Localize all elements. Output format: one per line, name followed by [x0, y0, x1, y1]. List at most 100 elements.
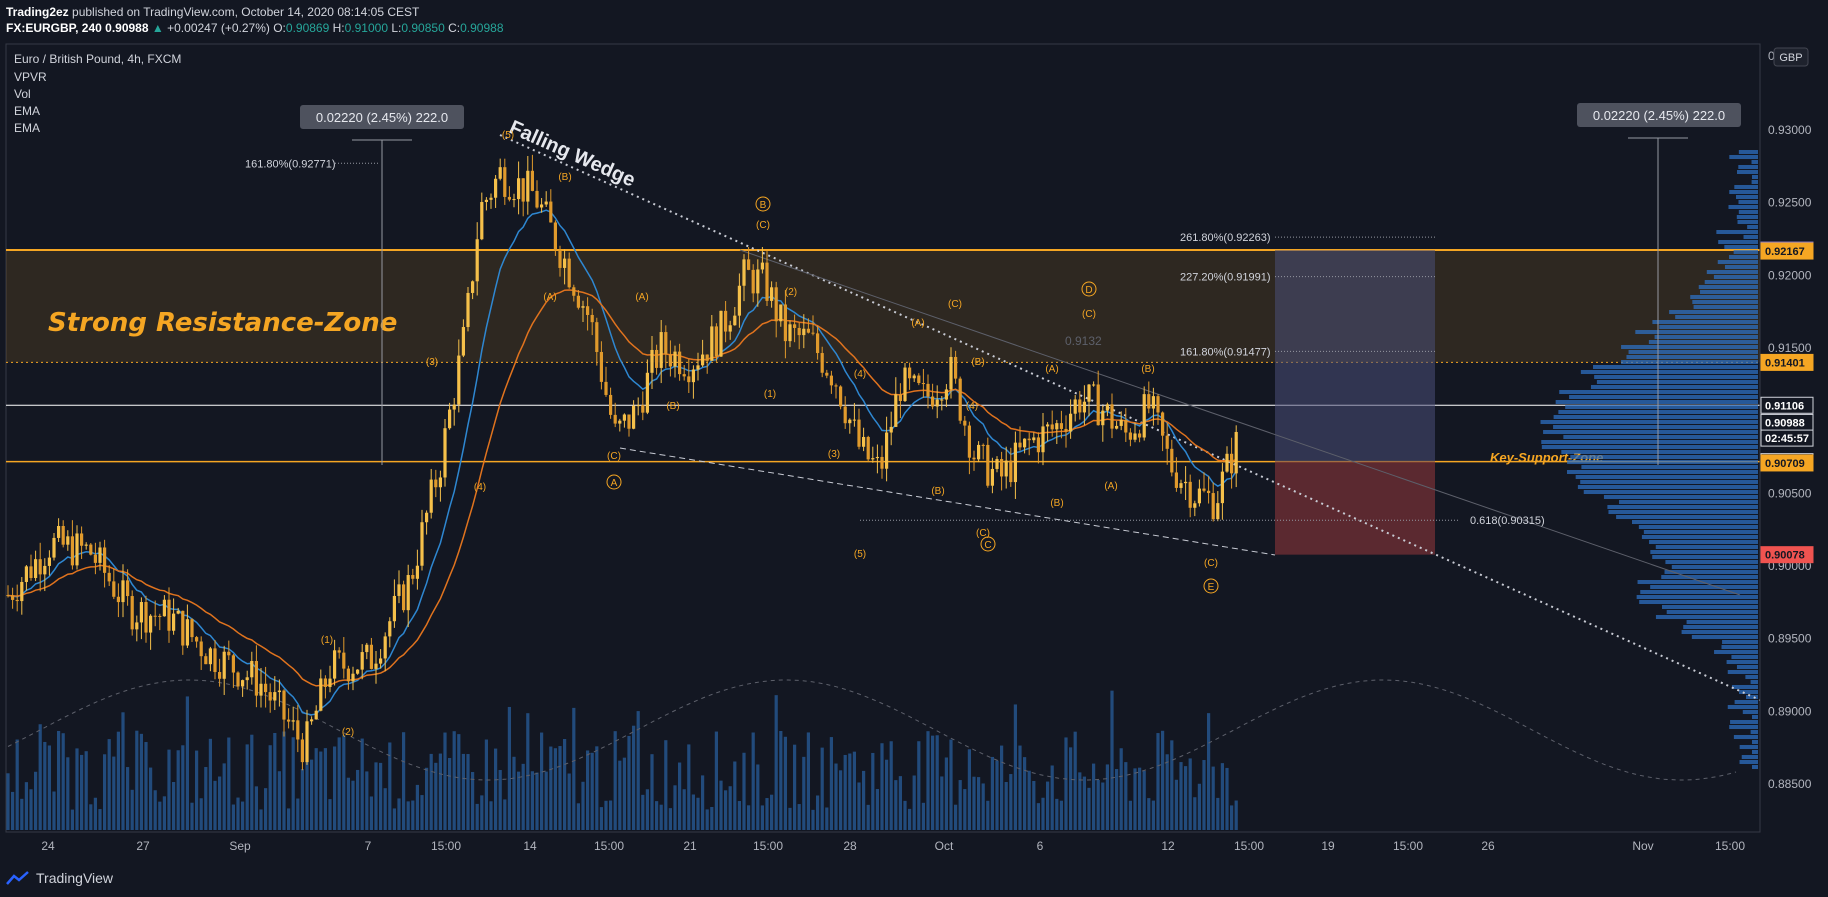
vpvr-bar	[1665, 560, 1758, 564]
candle-body	[1059, 423, 1063, 429]
volume-bar	[507, 706, 511, 830]
vpvr-bar	[1640, 590, 1758, 594]
volume-bar	[6, 773, 10, 830]
candle-body	[728, 325, 732, 332]
volume-bar	[116, 731, 120, 830]
candle-body	[434, 479, 438, 488]
volume-bar	[839, 770, 843, 830]
vpvr-bar	[1736, 215, 1758, 219]
stop-box[interactable]	[1275, 461, 1435, 555]
candle-body	[770, 287, 774, 301]
candle-body	[38, 559, 42, 575]
volume-bar	[825, 807, 829, 830]
vpvr-bar	[1636, 595, 1758, 599]
vpvr-bar	[1649, 540, 1758, 544]
volume-bar	[489, 801, 493, 830]
wave-label: (A)	[911, 318, 924, 329]
candle-body	[935, 399, 939, 407]
candle-body	[1188, 481, 1192, 508]
legend-title[interactable]: Euro / British Pound, 4h, FXCM	[14, 52, 181, 66]
vpvr-bar	[1752, 740, 1758, 744]
legend-ema-2[interactable]: EMA	[14, 121, 40, 135]
legend-ema-1[interactable]: EMA	[14, 104, 40, 118]
y-tick-label: 0.92500	[1768, 196, 1812, 210]
fib-label: 261.80%(0.92263)	[1180, 232, 1271, 244]
vpvr-bar	[1738, 165, 1758, 169]
volume-bar	[581, 781, 585, 830]
wave-label: C	[984, 540, 991, 551]
vpvr-bar	[1643, 530, 1758, 534]
candle-body	[126, 580, 130, 597]
candle-body	[383, 636, 387, 659]
legend-vol[interactable]: Vol	[14, 87, 31, 101]
volume-bar	[1170, 740, 1174, 830]
wave-label: (5)	[502, 130, 514, 141]
candle-body	[162, 599, 166, 617]
volume-bar	[917, 741, 921, 830]
volume-bar	[185, 696, 189, 830]
candle-body	[921, 383, 925, 385]
candle-body	[972, 457, 976, 460]
vpvr-bar	[1722, 640, 1758, 644]
candle-body	[944, 389, 948, 400]
volume-bar	[880, 743, 884, 830]
volume-bar	[802, 756, 806, 830]
y-tick-label: 0.91500	[1768, 341, 1812, 355]
candle-body	[636, 405, 640, 407]
candle-body	[139, 602, 143, 623]
candle-body	[949, 356, 953, 390]
volume-bar	[544, 771, 548, 830]
volume-bar	[590, 752, 594, 830]
candle-body	[613, 414, 617, 424]
volume-bar	[222, 763, 226, 830]
price-chart[interactable]: Strong Resistance-ZoneKey-Support-Zone F…	[0, 0, 1828, 862]
vpvr-bar	[1594, 375, 1758, 379]
volume-bar	[1115, 769, 1119, 830]
vpvr-bar	[1736, 665, 1758, 669]
candle-body	[227, 651, 231, 656]
target-box[interactable]	[1275, 250, 1435, 462]
candle-body	[977, 444, 981, 460]
wave-label: (C)	[607, 451, 621, 462]
candle-body	[1073, 399, 1077, 414]
volume-bar	[356, 769, 360, 830]
vpvr-bar	[1608, 510, 1758, 514]
candle-body	[834, 385, 838, 387]
volume-bar	[29, 789, 33, 830]
candle	[402, 580, 406, 613]
volume-bar	[70, 809, 74, 830]
vpvr-bar	[1541, 440, 1758, 444]
candle-body	[89, 544, 93, 555]
candle-body	[553, 222, 557, 251]
x-tick-label: 15:00	[594, 839, 624, 853]
volume-bar	[894, 780, 898, 830]
volume-bar	[829, 737, 833, 830]
vpvr-bar	[1628, 350, 1758, 354]
volume-bar	[1046, 781, 1050, 830]
candle-body	[342, 652, 346, 669]
volume-bar	[1013, 704, 1017, 830]
volume-bar	[1096, 779, 1100, 830]
candle-body	[1230, 453, 1234, 474]
vpvr-bar	[1666, 610, 1758, 614]
volume-bar	[751, 732, 755, 830]
candle-body	[751, 269, 755, 294]
footer: TradingView	[0, 862, 1828, 897]
candle-body	[958, 378, 962, 421]
candle-body	[1165, 435, 1169, 449]
candle-body	[181, 610, 185, 646]
candle-body	[420, 522, 424, 566]
candle-body	[379, 658, 383, 664]
candle-body	[618, 420, 622, 424]
vpvr-bar	[1561, 450, 1758, 454]
tradingview-logo[interactable]: TradingView	[6, 870, 113, 886]
x-tick-label: 26	[1481, 839, 1495, 853]
candle-body	[310, 719, 314, 722]
vpvr-bar	[1731, 655, 1758, 659]
volume-bar	[121, 712, 125, 830]
candle-body	[756, 269, 760, 294]
candle-body	[622, 414, 626, 421]
x-tick-label: 28	[843, 839, 857, 853]
legend-vpvr[interactable]: VPVR	[14, 70, 47, 84]
vpvr-bar	[1693, 305, 1758, 309]
